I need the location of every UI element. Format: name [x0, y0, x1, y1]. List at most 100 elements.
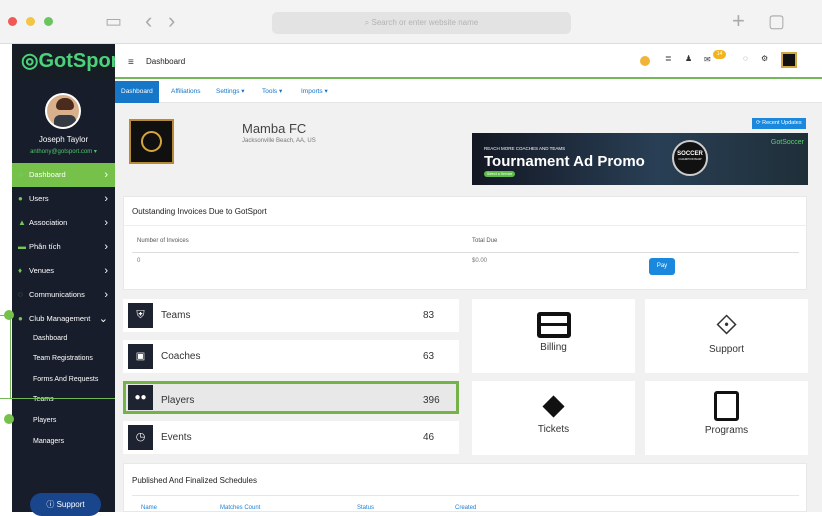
events-stat-row[interactable]: ◷ Events 46	[123, 421, 459, 454]
sidebar-item-communications[interactable]: ◌ Communications ›	[12, 283, 115, 307]
minimize-window-button[interactable]	[26, 17, 35, 26]
events-label: Events	[161, 432, 192, 443]
close-window-button[interactable]	[8, 17, 17, 26]
chevron-right-icon: ›	[104, 241, 108, 253]
clipboard-icon: ▣	[128, 344, 153, 369]
shield-icon: ⛨	[128, 303, 153, 328]
analytics-icon: ▬	[18, 242, 26, 251]
status-header[interactable]: Status	[357, 505, 374, 511]
tab-imports[interactable]: Imports ▾	[295, 81, 334, 103]
billing-label: Billing	[540, 342, 567, 353]
users-icon: ●	[18, 194, 23, 203]
support-tile[interactable]: ⟐ Support	[645, 299, 808, 373]
teams-label: Teams	[161, 310, 191, 321]
club-location: Jacksonville Beach, AA, US	[242, 138, 316, 144]
avatar[interactable]	[45, 93, 81, 129]
chevron-right-icon: ›	[104, 265, 108, 277]
invoice-count-header: Number of Invoices	[137, 238, 189, 244]
notes-icon[interactable]: ≣	[665, 54, 672, 63]
tab-tools[interactable]: Tools ▾	[256, 81, 288, 103]
support-button[interactable]: ⓘ Support	[30, 493, 101, 516]
billing-tile[interactable]: Billing	[472, 299, 635, 373]
invoice-count-value: 0	[137, 258, 141, 264]
address-bar[interactable]: ⌕ Search or enter website name	[272, 12, 571, 34]
chevron-right-icon: ›	[104, 289, 108, 301]
sidebar-item-venues[interactable]: ♦ Venues ›	[12, 259, 115, 283]
callout-line	[0, 398, 121, 399]
chat-icon[interactable]: ◌	[743, 54, 748, 63]
help-icon[interactable]	[640, 56, 650, 66]
tournament-ad-banner[interactable]: REACH MORE COACHES AND TEAMS Tournament …	[472, 133, 808, 185]
club-name: Mamba FC	[242, 121, 307, 136]
invoice-card: Outstanding Invoices Due to GotSport Num…	[123, 196, 808, 290]
sidebar-item-dashboard[interactable]: ◆ Dashboard ›	[12, 163, 115, 187]
ad-title: Tournament Ad Promo	[484, 153, 645, 170]
sidebar-item-analytics[interactable]: ▬ Phân tích ›	[12, 235, 115, 259]
sidebar-item-club-management[interactable]: ● Club Management ⌄	[12, 307, 115, 331]
user-name: Joseph Taylor	[38, 135, 89, 144]
menu-icon[interactable]: ≡	[128, 57, 134, 68]
mail-icon[interactable]: ✉	[704, 55, 711, 64]
page-title: Dashboard	[146, 57, 186, 66]
user-icon[interactable]: ♟	[685, 54, 692, 63]
support-label: Support	[708, 344, 745, 355]
pay-button[interactable]: Pay	[649, 258, 675, 275]
tab-affiliations[interactable]: Affiliations	[165, 81, 207, 103]
communications-icon: ◌	[18, 290, 23, 299]
tickets-tile[interactable]: ◆ Tickets	[472, 381, 635, 455]
sidebar-toggle-icon[interactable]: ▭	[105, 10, 122, 32]
submenu-managers[interactable]: Managers	[33, 438, 64, 445]
venues-icon: ♦	[18, 266, 23, 275]
players-stat-row[interactable]: ●● Players 396	[123, 381, 459, 414]
coaches-label: Coaches	[161, 351, 201, 362]
submenu-dashboard[interactable]: Dashboard	[33, 335, 67, 342]
created-header[interactable]: Created	[455, 505, 476, 511]
tab-dashboard[interactable]: Dashboard	[115, 81, 159, 103]
teams-stat-row[interactable]: ⛨ Teams 83	[123, 299, 459, 332]
maximize-window-button[interactable]	[44, 17, 53, 26]
ticket-icon: ◆	[542, 389, 565, 421]
association-icon: ▲	[18, 218, 26, 227]
new-tab-icon[interactable]: +	[732, 10, 745, 32]
tab-settings[interactable]: Settings ▾	[210, 81, 251, 103]
programs-label: Programs	[704, 425, 749, 436]
main-area: ≡ Dashboard ≣ ♟ ✉ 14 ◌ ⚙ Dashboard Affil…	[115, 44, 822, 512]
events-count: 46	[423, 432, 435, 443]
submenu-players[interactable]: Players	[33, 417, 56, 424]
forward-icon[interactable]: ›	[168, 10, 175, 32]
gotsport-logo: ◎GotSport	[12, 44, 125, 79]
matches-count-header[interactable]: Matches Count	[220, 505, 260, 511]
tabs-overview-icon[interactable]: ▢	[768, 10, 785, 32]
ad-subtitle: REACH MORE COACHES AND TEAMS	[484, 146, 566, 151]
chevron-right-icon: ›	[104, 169, 108, 181]
soccer-championship-badge: SOCCER CHAMPIONSHIP	[672, 140, 708, 176]
sidebar-item-association[interactable]: ▲ Association ›	[12, 211, 115, 235]
schedules-card: Published And Finalized Schedules Name M…	[123, 463, 807, 512]
schedule-name-header[interactable]: Name	[141, 505, 157, 511]
tab-bar: Dashboard Affiliations Settings ▾ Tools …	[115, 81, 822, 103]
sidebar-item-users[interactable]: ● Users ›	[12, 187, 115, 211]
settings-icon[interactable]: ⚙	[761, 54, 768, 63]
submenu-forms-and-requests[interactable]: Forms And Requests	[33, 376, 98, 383]
help-circle-icon: ⓘ	[46, 500, 57, 509]
club-icon: ●	[18, 314, 23, 323]
total-due-value: $0.00	[472, 258, 488, 264]
total-due-header: Total Due	[472, 238, 498, 244]
schedules-title: Published And Finalized Schedules	[132, 476, 257, 485]
back-icon[interactable]: ‹	[145, 10, 152, 32]
programs-tile[interactable]: Programs	[645, 381, 808, 455]
user-email[interactable]: anthony@gotsport.com ▾	[12, 148, 115, 155]
sidebar: ◎GotSport Joseph Taylor anthony@gotsport…	[12, 44, 125, 516]
coaches-count: 63	[423, 351, 435, 362]
coaches-stat-row[interactable]: ▣ Coaches 63	[123, 340, 459, 373]
document-icon	[714, 391, 739, 421]
club-logo-icon[interactable]	[781, 52, 797, 68]
callout-dot	[4, 310, 14, 320]
chevron-right-icon: ›	[104, 193, 108, 205]
ad-select-service-button[interactable]: Select a Service	[484, 171, 516, 177]
invoice-title: Outstanding Invoices Due to GotSport	[132, 207, 267, 216]
chevron-down-icon: ⌄	[98, 313, 108, 325]
submenu-team-registrations[interactable]: Team Registrations	[33, 355, 93, 362]
notification-badge: 14	[713, 50, 726, 59]
recent-updates-button[interactable]: ⟳ Recent Updates	[752, 118, 806, 129]
